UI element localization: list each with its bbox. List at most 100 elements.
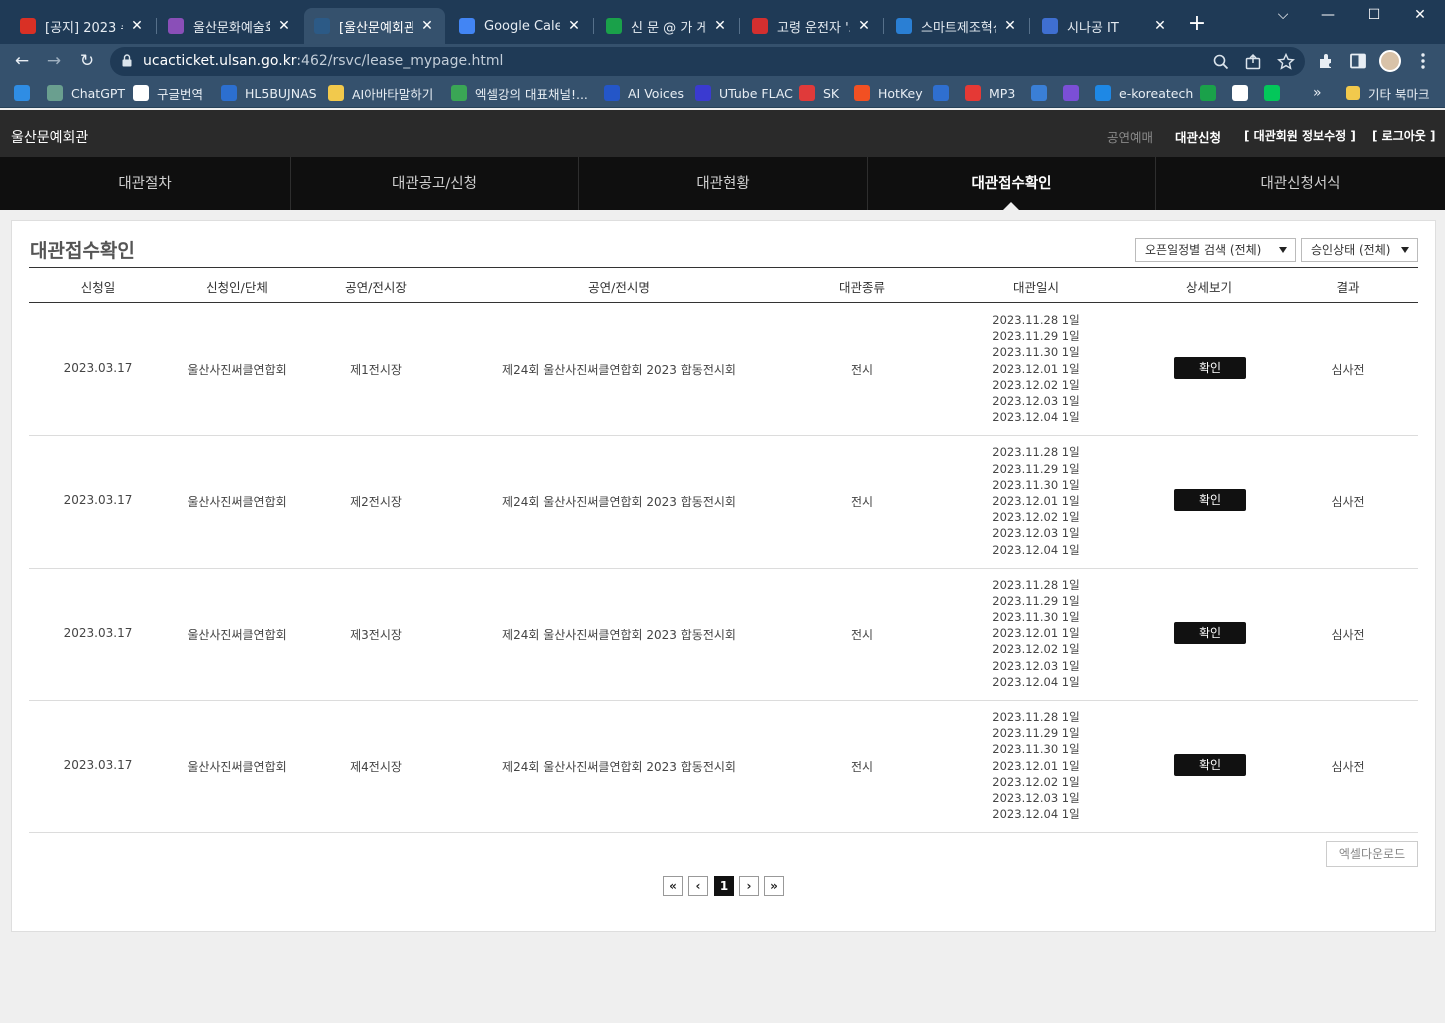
bookmark-item[interactable]: HotKey: [854, 84, 923, 102]
browser-tab-0[interactable]: [공지] 2023 수 ✕: [10, 8, 155, 44]
nav-lease-forms[interactable]: 대관신청서식: [1156, 157, 1445, 210]
tab-title: 스마트제조혁신: [921, 20, 996, 36]
browser-tab-6[interactable]: 스마트제조혁신 ✕: [886, 8, 1028, 44]
nav-lease-procedure[interactable]: 대관절차: [0, 157, 291, 210]
tab-close-icon[interactable]: ✕: [1152, 18, 1168, 34]
row-divider: [29, 568, 1418, 569]
schedule-filter-select[interactable]: 오픈일정별 검색 (전체): [1135, 238, 1296, 262]
bookmark-star-icon[interactable]: [1276, 52, 1296, 72]
url-text[interactable]: ucacticket.ulsan.go.kr:462/rsvc/lease_my…: [143, 53, 503, 69]
browser-tab-4[interactable]: 신 문 @ 가 게 ✕: [596, 8, 738, 44]
col-header-lease-dates: 대관일시: [1012, 280, 1060, 295]
lease-date-item: 2023.12.01 1일: [992, 361, 1080, 376]
bookmark-item[interactable]: SK: [799, 84, 839, 102]
pagination-next-button[interactable]: ›: [739, 876, 759, 896]
bookmark-label: SK: [823, 85, 840, 101]
detail-confirm-button[interactable]: 확인: [1174, 621, 1246, 644]
tab-close-icon[interactable]: ✕: [856, 18, 872, 34]
content-panel: [11, 220, 1436, 932]
site-logo[interactable]: 울산문예회관: [11, 127, 88, 147]
logout-link[interactable]: [ 로그아웃 ]: [1372, 127, 1436, 144]
tab-title: Google Calend: [484, 18, 560, 34]
calendar-icon: [459, 18, 475, 34]
excel-download-button[interactable]: 엑셀다운로드: [1326, 841, 1418, 867]
maximize-button[interactable]: ☐: [1354, 4, 1394, 28]
browser-tab-5[interactable]: 고령 운전자 '조 ✕: [742, 8, 882, 44]
new-tab-button[interactable]: +: [1185, 13, 1209, 37]
nas-icon: [221, 85, 237, 101]
lease-date-item: 2023.11.28 1일: [992, 709, 1080, 724]
status-filter-select[interactable]: 승인상태 (전체): [1301, 238, 1418, 262]
tab-close-icon[interactable]: ✕: [566, 18, 582, 34]
bookmark-item[interactable]: [14, 84, 38, 102]
back-button[interactable]: ←: [10, 49, 34, 73]
reload-button[interactable]: ↻: [75, 49, 99, 73]
bookmark-item[interactable]: e-koreatech: [1095, 84, 1193, 102]
browser-tab-3[interactable]: Google Calend ✕: [449, 8, 592, 44]
bookmark-item[interactable]: ChatGPT: [47, 84, 125, 102]
bookmark-item[interactable]: [1264, 84, 1288, 102]
tab-search-icon[interactable]: ⌵: [1263, 4, 1303, 28]
lease-date-item: 2023.12.01 1일: [992, 758, 1080, 773]
bookmark-item[interactable]: 엑셀강의 대표채널!...: [451, 84, 588, 102]
extensions-icon[interactable]: [1316, 51, 1336, 71]
cell-type: 전시: [850, 627, 874, 642]
tab-close-icon[interactable]: ✕: [712, 18, 728, 34]
bookmark-item[interactable]: HL5BUJNAS: [221, 84, 317, 102]
tab-title: [울산문예회관]: [339, 20, 413, 36]
tab-close-icon[interactable]: ✕: [419, 18, 435, 34]
browser-tab-7[interactable]: 시나공 IT ✕: [1032, 8, 1178, 44]
forward-button[interactable]: →: [42, 49, 66, 73]
share-icon[interactable]: [1243, 52, 1263, 72]
address-bar[interactable]: ucacticket.ulsan.go.kr:462/rsvc/lease_my…: [110, 47, 1305, 76]
bookmarks-overflow-button[interactable]: »: [1313, 84, 1322, 102]
profile-avatar[interactable]: [1379, 50, 1401, 72]
lease-date-item: 2023.11.29 1일: [992, 329, 1080, 344]
col-header-apply-date: 신청일: [80, 280, 116, 295]
bookmark-item[interactable]: AI아바타말하기: [328, 84, 433, 102]
google-icon: [1232, 85, 1248, 101]
lease-apply-link[interactable]: 대관신청: [1175, 127, 1221, 146]
lease-date-item: 2023.11.30 1일: [992, 742, 1080, 757]
tab-close-icon[interactable]: ✕: [129, 18, 145, 34]
minimize-button[interactable]: —: [1308, 4, 1348, 28]
ticketing-link[interactable]: 공연예매: [1107, 127, 1153, 146]
pagination-first-button[interactable]: «: [663, 876, 683, 896]
bookmark-item[interactable]: [1063, 84, 1087, 102]
pagination-prev-button[interactable]: ‹: [688, 876, 708, 896]
pagination-page-1[interactable]: 1: [714, 876, 734, 896]
bookmark-item[interactable]: [1232, 84, 1256, 102]
menu-icon[interactable]: [1413, 51, 1433, 71]
bookmark-item[interactable]: UTube FLAC: [695, 84, 793, 102]
side-panel-icon[interactable]: [1348, 51, 1368, 71]
bookmark-item[interactable]: [933, 84, 957, 102]
detail-confirm-button[interactable]: 확인: [1174, 489, 1246, 512]
table-header-bottom-border: [29, 302, 1418, 303]
bookmark-item[interactable]: [1200, 84, 1224, 102]
browser-tab-2[interactable]: [울산문예회관] ✕: [304, 8, 445, 44]
browser-tab-1[interactable]: 울산문화예술회 ✕: [158, 8, 302, 44]
cell-apply-date: 2023.03.17: [63, 493, 133, 508]
tab-close-icon[interactable]: ✕: [276, 18, 292, 34]
detail-confirm-button[interactable]: 확인: [1174, 754, 1246, 777]
zoom-icon[interactable]: [1211, 52, 1231, 72]
cell-title: 제24회 울산사진써클연합회 2023 합동전시회: [502, 363, 736, 378]
member-edit-link[interactable]: [ 대관회원 정보수정 ]: [1244, 127, 1356, 144]
nav-lease-status[interactable]: 대관현황: [579, 157, 868, 210]
gmail-icon: [20, 18, 36, 34]
cell-applicant: 울산사진써클연합회: [187, 627, 287, 642]
tab-close-icon[interactable]: ✕: [1002, 18, 1018, 34]
detail-confirm-button[interactable]: 확인: [1174, 357, 1246, 380]
excel-icon: [451, 85, 467, 101]
bookmark-item[interactable]: 구글번역: [133, 84, 203, 102]
lease-date-item: 2023.11.30 1일: [992, 477, 1080, 492]
lease-date-item: 2023.12.01 1일: [992, 626, 1080, 641]
other-bookmarks-folder[interactable]: 기타 북마크: [1346, 84, 1429, 102]
window-close-button[interactable]: ✕: [1400, 4, 1440, 28]
bookmark-item[interactable]: [1031, 84, 1055, 102]
google-icon: [133, 85, 149, 101]
pagination-last-button[interactable]: »: [764, 876, 784, 896]
nav-lease-notice[interactable]: 대관공고/신청: [291, 157, 579, 210]
bookmark-item[interactable]: MP3: [965, 84, 1015, 102]
bookmark-item[interactable]: AI Voices: [604, 84, 684, 102]
